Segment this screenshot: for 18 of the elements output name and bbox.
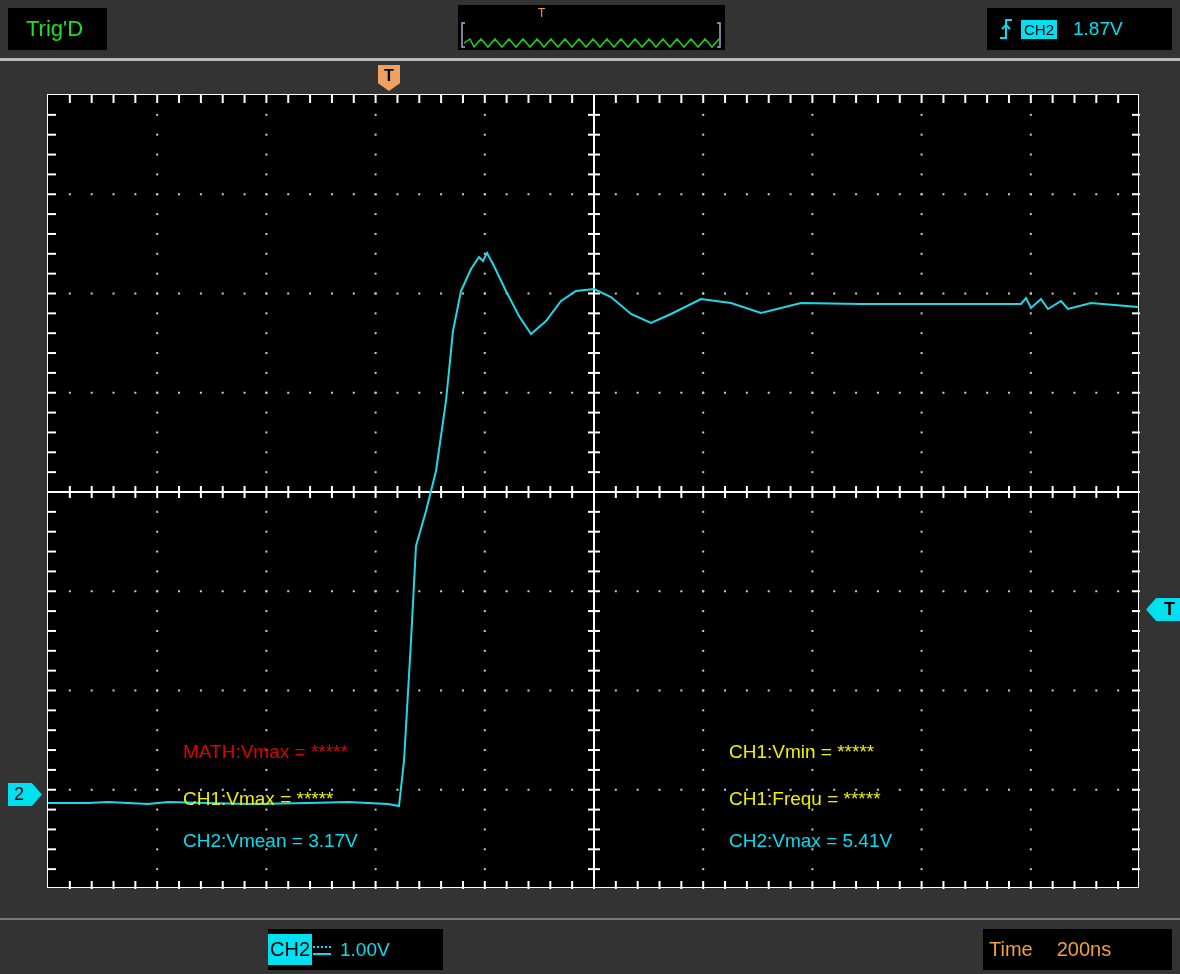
time-label: Time — [989, 938, 1033, 961]
measurement-readout: MATH:Vmax = ***** — [183, 740, 349, 764]
measurement-readout: CH1:Vmin = ***** — [729, 740, 876, 764]
overview-trigger-marker: T — [538, 7, 546, 19]
volts-per-div: 1.00V — [340, 938, 390, 961]
rising-edge-icon — [999, 18, 1013, 40]
measurement-readout: CH1:Frequ = ***** — [729, 787, 882, 811]
trigger-position-marker[interactable]: T — [378, 65, 400, 91]
measurement-readout: CH2:Vmean = 3.17V — [183, 829, 359, 853]
trigger-level: 1.87V — [1073, 18, 1123, 40]
trigger-level-marker[interactable]: T — [1146, 598, 1180, 621]
channel-marker[interactable]: 2 — [8, 783, 42, 806]
trigger-source: CH2 — [1021, 19, 1057, 39]
time-per-div: 200ns — [1056, 938, 1112, 961]
trigger-status: Trig'D — [8, 8, 107, 50]
measurement-readout: CH2:Vmax = 5.41V — [729, 829, 893, 853]
channel-label: CH2 — [268, 934, 312, 965]
dc-coupling-icon — [312, 943, 332, 956]
